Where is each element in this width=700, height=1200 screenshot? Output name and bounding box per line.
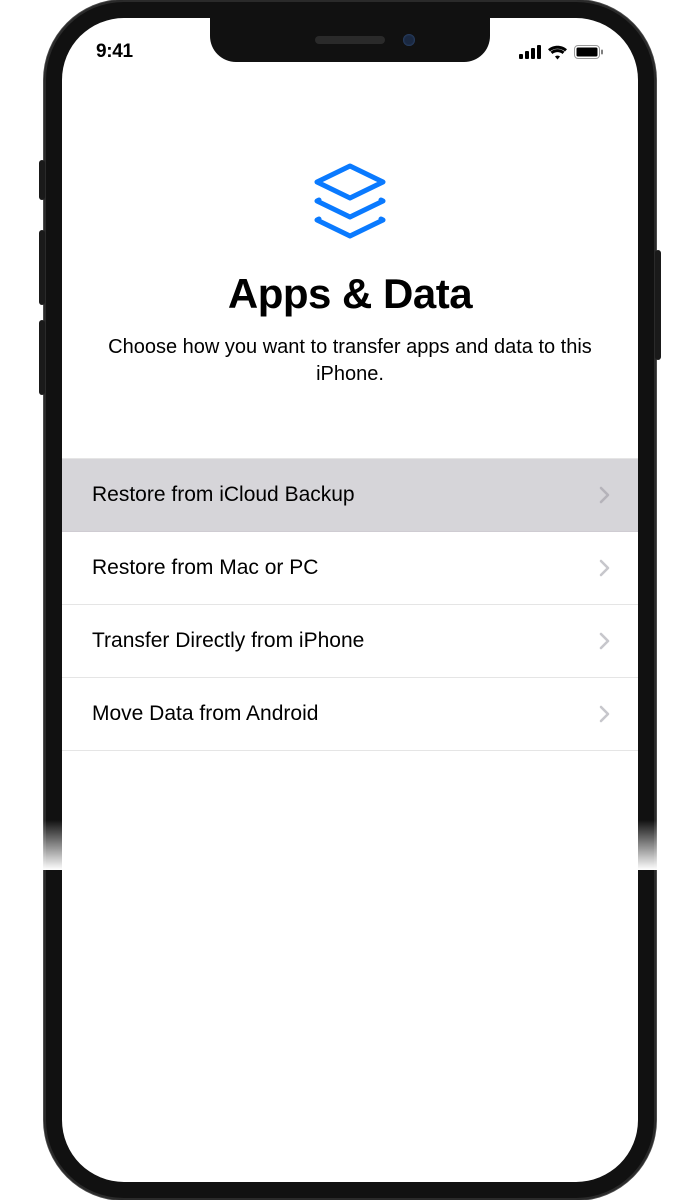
option-label: Restore from iCloud Backup <box>92 483 355 507</box>
battery-icon <box>574 45 604 59</box>
speaker-grille <box>315 36 385 44</box>
silence-switch <box>39 160 45 200</box>
status-time: 9:41 <box>96 41 133 63</box>
option-move-android[interactable]: Move Data from Android <box>62 678 638 751</box>
page-title: Apps & Data <box>62 270 638 318</box>
notch <box>210 18 490 62</box>
volume-down-button <box>39 320 45 395</box>
chevron-right-icon <box>599 559 610 577</box>
page-subtitle: Choose how you want to transfer apps and… <box>62 334 638 388</box>
option-label: Restore from Mac or PC <box>92 556 318 580</box>
option-restore-icloud[interactable]: Restore from iCloud Backup <box>62 459 638 532</box>
option-transfer-iphone[interactable]: Transfer Directly from iPhone <box>62 605 638 678</box>
chevron-right-icon <box>599 632 610 650</box>
front-camera <box>403 34 415 46</box>
transfer-options-list: Restore from iCloud Backup Restore from … <box>62 458 638 751</box>
wifi-icon <box>547 45 568 60</box>
option-restore-mac-pc[interactable]: Restore from Mac or PC <box>62 532 638 605</box>
chevron-right-icon <box>599 486 610 504</box>
volume-up-button <box>39 230 45 305</box>
chevron-right-icon <box>599 705 610 723</box>
iphone-device-frame: 9:41 Apps & Data <box>44 0 656 1200</box>
option-label: Transfer Directly from iPhone <box>92 629 364 653</box>
apps-data-stack-icon <box>62 162 638 242</box>
power-button <box>655 250 661 360</box>
screen: 9:41 Apps & Data <box>62 18 638 1182</box>
cellular-signal-icon <box>519 45 541 59</box>
option-label: Move Data from Android <box>92 702 318 726</box>
status-indicators <box>519 45 604 60</box>
setup-content: Apps & Data Choose how you want to trans… <box>62 72 638 751</box>
